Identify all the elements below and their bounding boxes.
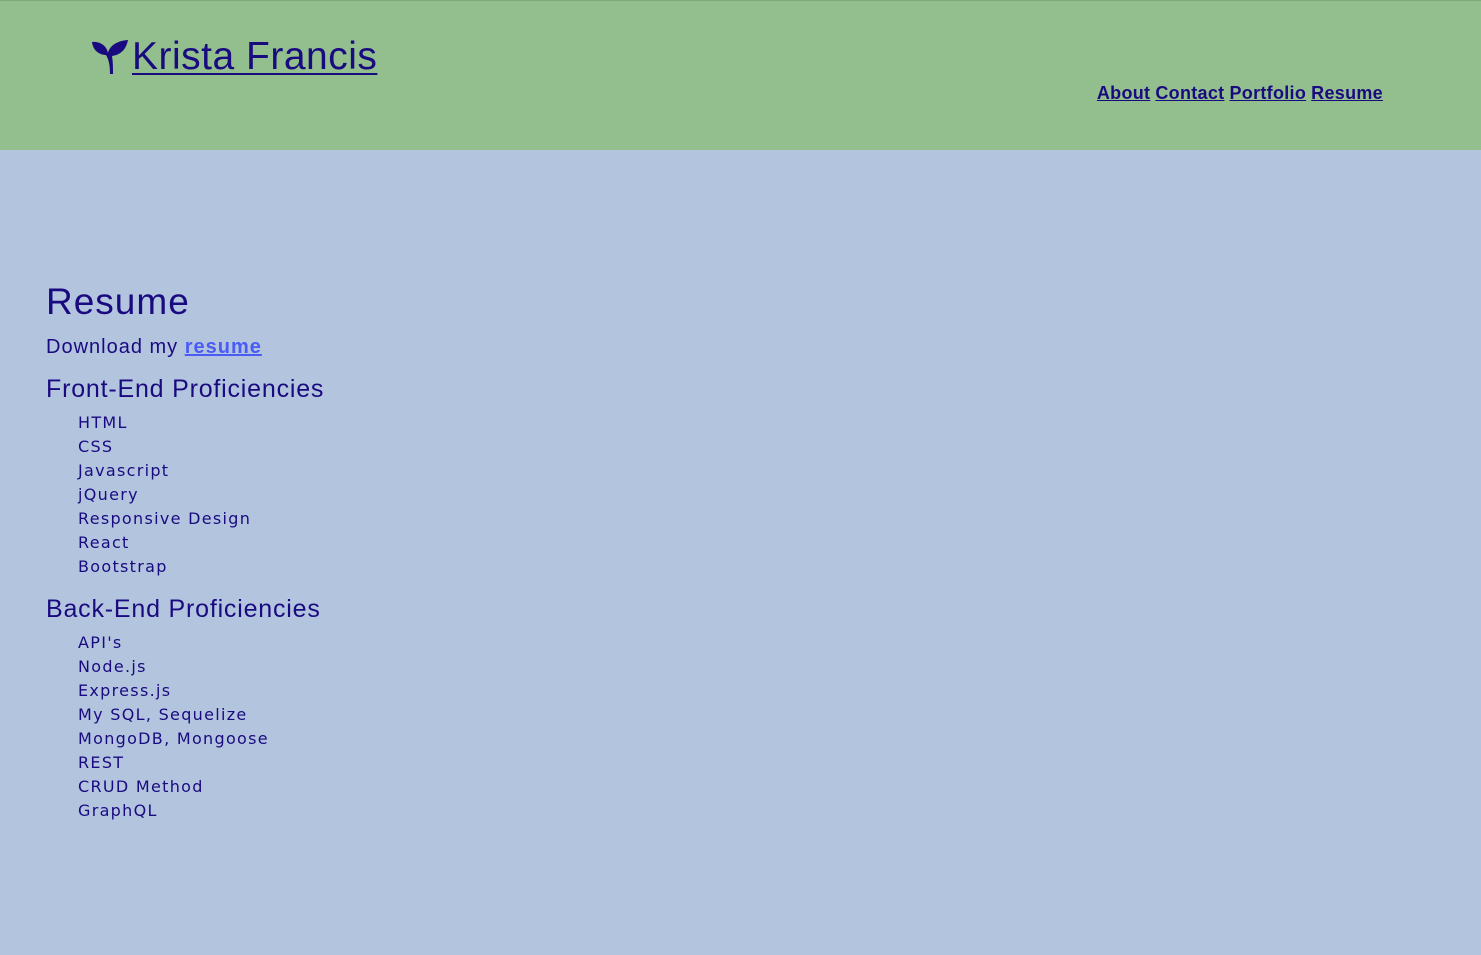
nav-resume[interactable]: Resume bbox=[1311, 83, 1383, 104]
list-item: React bbox=[78, 533, 130, 552]
resume-download-link[interactable]: resume bbox=[185, 336, 262, 358]
main-nav: About Contact Portfolio Resume bbox=[1097, 83, 1383, 104]
sprout-icon bbox=[90, 38, 132, 76]
list-item: My SQL, Sequelize bbox=[78, 705, 248, 724]
download-prefix: Download my bbox=[46, 336, 179, 358]
page-title: Resume bbox=[46, 281, 190, 322]
back-end-heading: Back-End Proficiencies bbox=[46, 595, 321, 623]
site-header: Krista Francis About Contact Portfolio R… bbox=[0, 0, 1481, 150]
front-end-list: HTML CSS Javascript jQuery Responsive De… bbox=[78, 411, 324, 579]
list-item: jQuery bbox=[78, 485, 139, 504]
front-end-heading: Front-End Proficiencies bbox=[46, 375, 325, 403]
list-item: GraphQL bbox=[78, 801, 158, 820]
list-item: CRUD Method bbox=[78, 777, 204, 796]
back-end-list: API's Node.js Express.js My SQL, Sequeli… bbox=[78, 631, 324, 823]
resume-content: Resume Download my resume Front-End Prof… bbox=[46, 280, 324, 823]
list-item: Responsive Design bbox=[78, 509, 252, 528]
list-item: HTML bbox=[78, 413, 128, 432]
download-line: Download my resume bbox=[46, 335, 324, 359]
list-item: Javascript bbox=[78, 461, 170, 480]
list-item: Express.js bbox=[78, 681, 172, 700]
nav-contact[interactable]: Contact bbox=[1155, 83, 1224, 104]
nav-portfolio[interactable]: Portfolio bbox=[1229, 83, 1306, 104]
brand: Krista Francis bbox=[90, 35, 377, 79]
list-item: MongoDB, Mongoose bbox=[78, 729, 269, 748]
list-item: Node.js bbox=[78, 657, 147, 676]
brand-name-link[interactable]: Krista Francis bbox=[132, 35, 377, 79]
list-item: REST bbox=[78, 753, 125, 772]
nav-about[interactable]: About bbox=[1097, 83, 1150, 104]
list-item: Bootstrap bbox=[78, 557, 168, 576]
list-item: API's bbox=[78, 633, 123, 652]
list-item: CSS bbox=[78, 437, 114, 456]
